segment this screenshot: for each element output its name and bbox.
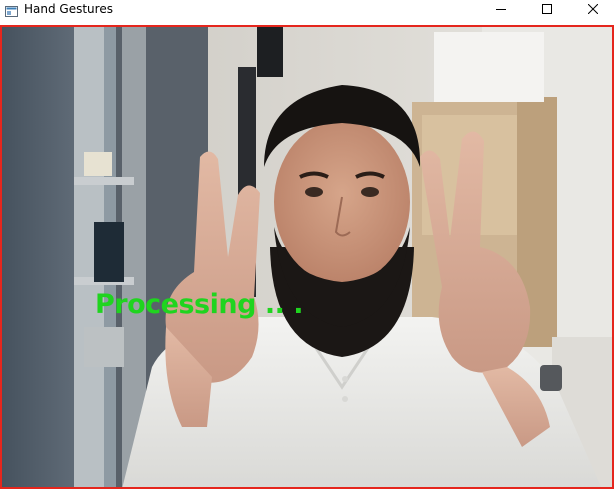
window-title: Hand Gestures: [24, 2, 113, 16]
processing-status-text: Processing .. .: [95, 289, 304, 320]
maximize-icon: [542, 4, 552, 14]
app-window: Hand Gestures Processing .. .: [0, 0, 616, 491]
minimize-icon: [496, 9, 506, 10]
camera-feed: Processing .. .: [0, 25, 614, 489]
close-icon: [588, 4, 598, 14]
opencv-window-icon: [5, 3, 18, 17]
title-bar[interactable]: Hand Gestures: [0, 0, 616, 20]
close-button[interactable]: [570, 0, 616, 20]
minimize-button[interactable]: [478, 0, 524, 20]
webcam-frame-image: [2, 27, 612, 487]
maximize-button[interactable]: [524, 0, 570, 20]
